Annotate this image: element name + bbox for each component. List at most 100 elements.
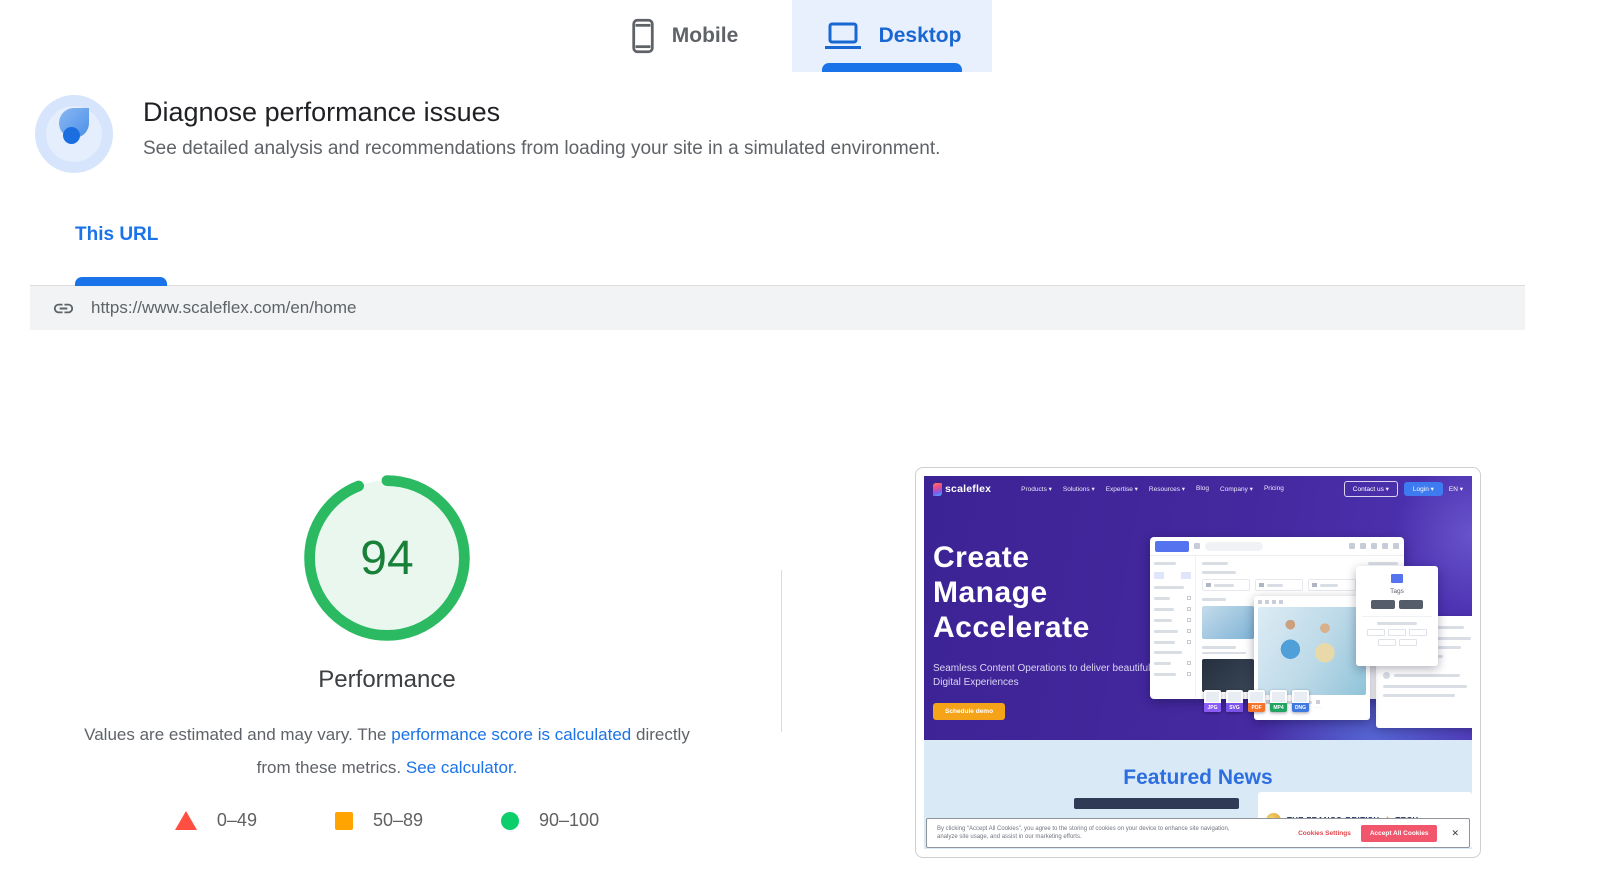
legend-range-fail: 0–49 [216, 810, 257, 831]
cookie-consent-text: By clicking “Accept All Cookies”, you ag… [937, 825, 1230, 841]
performance-gauge[interactable]: 94 [301, 472, 473, 644]
checkbox [1187, 672, 1191, 676]
tab-this-url[interactable]: This URL [75, 224, 158, 246]
site-screenshot-preview: scaleflex Products ▾ Solutions ▾ Experti… [915, 467, 1481, 858]
tags-icon [1391, 574, 1403, 583]
page-header: Diagnose performance issues See detailed… [35, 95, 940, 173]
dam-tool-icon [1194, 543, 1200, 549]
site-navbar: scaleflex Products ▾ Solutions ▾ Experti… [924, 476, 1472, 502]
tab-desktop[interactable]: Desktop [792, 0, 992, 72]
skeleton-bar [1202, 652, 1246, 654]
tag-chip [1398, 639, 1417, 646]
folder-icon [1259, 583, 1264, 587]
nav-item-solutions: Solutions ▾ [1062, 486, 1095, 493]
checkbox [1187, 596, 1191, 600]
dam-filter-row [1154, 640, 1191, 644]
tags-divider [1362, 616, 1432, 617]
hero-tagline-line2: Digital Experiences [933, 677, 1019, 688]
more-files-dots: … [1314, 700, 1324, 710]
skeleton-bar [1377, 622, 1417, 625]
skeleton-bar [1154, 672, 1176, 676]
link-see-calculator[interactable]: See calculator. [406, 758, 518, 777]
skeleton-bar [1154, 640, 1175, 644]
desktop-laptop-icon [824, 22, 861, 49]
dam-filter-sidebar [1150, 556, 1196, 698]
dam-share-icon [1360, 543, 1366, 549]
site-nav-items: Products ▾ Solutions ▾ Expertise ▾ Resou… [1021, 485, 1284, 493]
skeleton-bar [1202, 646, 1236, 649]
nav-item-company: Company ▾ [1220, 486, 1253, 493]
checkbox [1187, 640, 1191, 644]
scaleflex-homepage-thumbnail: scaleflex Products ▾ Solutions ▾ Experti… [924, 476, 1472, 849]
tags-panel-label: Tags [1390, 588, 1404, 595]
link-icon [53, 303, 74, 313]
tool-icon [1279, 600, 1283, 604]
language-selector: EN ▾ [1448, 486, 1463, 493]
vertical-divider [781, 570, 782, 732]
legend-item-fail: 0–49 [174, 810, 257, 831]
hero-line-accelerate: Accelerate [933, 611, 1090, 644]
header-text: Diagnose performance issues See detailed… [143, 95, 940, 173]
speedometer-hub-dot [63, 127, 80, 144]
tags-panel: Tags [1356, 566, 1438, 666]
tag-chip [1409, 629, 1427, 636]
orange-square-icon [334, 811, 353, 830]
skeleton-bar [1154, 651, 1182, 654]
contact-us-button: Contact us ▾ [1343, 481, 1398, 497]
checkbox [1187, 661, 1191, 665]
nav-item-pricing: Pricing [1263, 485, 1284, 492]
file-thumb [1206, 692, 1219, 702]
tab-mobile[interactable]: Mobile [596, 0, 772, 72]
tool-icon [1265, 600, 1269, 604]
performance-score-panel: 94 Performance Values are estimated and … [62, 472, 712, 831]
speedometer-icon [35, 95, 113, 173]
page-subtitle: See detailed analysis and recommendation… [143, 138, 941, 159]
dam-editor-button [1155, 540, 1189, 552]
skeleton-bar [1154, 607, 1174, 611]
file-icon-jpg: JPG [1204, 690, 1221, 712]
skeleton-bar [1267, 583, 1283, 587]
photo-two-people [1258, 607, 1366, 695]
legend-item-pass: 90–100 [501, 810, 599, 831]
dam-filter-row [1154, 618, 1191, 622]
slider-chip [1154, 572, 1164, 579]
red-triangle-icon [174, 811, 197, 831]
site-nav-actions: Contact us ▾ Login ▾ EN ▾ [1343, 481, 1463, 497]
tags-button [1399, 600, 1423, 609]
scaleflex-logo-icon [933, 482, 942, 496]
file-thumb [1294, 692, 1307, 702]
scaleflex-logo: scaleflex [933, 482, 991, 496]
legend-range-average: 50–89 [372, 810, 424, 831]
partially-hidden-heading [1074, 798, 1239, 809]
dam-filter-row [1154, 661, 1191, 665]
tool-icon [1272, 600, 1276, 604]
pagespeed-insights-screen: Mobile Desktop Diagnose performance issu… [0, 0, 1600, 886]
file-icon-dng: DNG [1292, 690, 1309, 712]
mobile-phone-icon [632, 18, 654, 54]
analyzed-url-text: https://www.scaleflex.com/en/home [91, 298, 357, 317]
folder-chip [1255, 579, 1303, 591]
hero-line-create: Create [933, 541, 1030, 574]
page-title: Diagnose performance issues [143, 97, 501, 127]
analyzed-url-bar: https://www.scaleflex.com/en/home [30, 286, 1525, 330]
schedule-demo-button: Schedule demo [933, 703, 1006, 720]
hero-line-manage: Manage [933, 576, 1048, 609]
file-type-icons: JPG SVG PDF MP4 DNG … [1204, 690, 1324, 712]
disclaimer-text-before: Values are estimated and may vary. The [84, 725, 392, 744]
link-score-calculated[interactable]: performance score is calculated [391, 725, 631, 744]
suggested-tags [1362, 629, 1432, 646]
skeleton-bar [1368, 562, 1398, 565]
file-thumb [1250, 692, 1263, 702]
tag-chip [1377, 639, 1396, 646]
folder-icon [1312, 583, 1317, 587]
legend-range-pass: 90–100 [539, 810, 600, 831]
dam-settings-icon [1393, 543, 1399, 549]
file-icon-pdf: PDF [1248, 690, 1265, 712]
cookie-close-icon: ✕ [1451, 827, 1459, 838]
tab-desktop-active-indicator [822, 63, 962, 72]
accept-all-cookies-button: Accept All Cookies [1360, 824, 1438, 842]
tag-chip [1367, 629, 1385, 636]
folder-chip [1308, 579, 1356, 591]
nav-item-blog: Blog [1196, 485, 1210, 492]
folder-icon [1206, 583, 1211, 587]
